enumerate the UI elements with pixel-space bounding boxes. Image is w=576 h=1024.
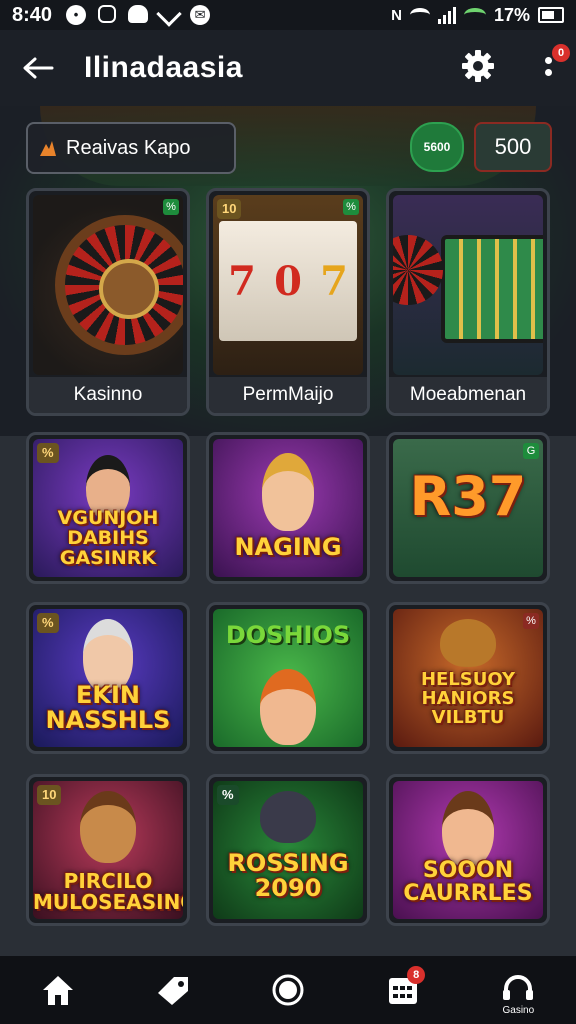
calendar-badge: 8 [407,966,426,984]
game-tile-naging[interactable]: NAGING [206,432,370,584]
character-face [260,791,316,843]
messenger-icon: • [66,5,87,25]
game-caption: PermMaijo [209,377,367,413]
wifi-calling-icon [463,8,486,22]
game-title: SOOON CAURRLES [403,858,533,907]
app-icon [128,5,149,23]
game-tile-moeabmenan[interactable]: Moeabmenan [386,188,550,416]
tag-icon [157,977,188,1005]
back-button[interactable] [12,42,64,94]
promo-banner-button[interactable]: Reaivas Kapo [26,122,236,174]
character-face [262,453,314,531]
status-time: 8:40 [12,3,53,26]
game-badge: 10 [37,785,62,805]
headset-icon [503,975,534,1000]
game-title: VGUNJOH DABIHS GASINRK [57,507,159,569]
notification-icons: • ✉ [66,1,211,27]
nav-calendar[interactable]: 8 [373,960,433,1020]
instagram-icon [98,5,117,23]
battery-percent: 17% [493,4,530,25]
coin-balance-value: 500 [494,134,532,159]
character-face [80,791,136,863]
signal-icon [156,1,182,27]
game-tile-rossing[interactable]: ROSSING 2090 % [206,774,370,926]
game-mark: G [523,443,539,459]
game-mark: % [163,199,179,215]
nav-promotions[interactable] [143,960,203,1020]
game-title: R37 [409,465,527,528]
wifi-icon [409,8,430,22]
game-title: HELSUOY HANIORS VILBTU [420,669,516,728]
game-badge: % [37,443,59,463]
notification-badge: 0 [552,44,570,62]
character-art: NAGING [213,439,363,577]
character-face [260,669,316,745]
game-tile-kasinno[interactable]: % Kasinno [26,188,190,416]
nfc-icon: N [391,6,402,24]
game-title: ROSSING 2090 [227,849,349,903]
roulette-wheel-icon [55,215,183,355]
character-face [440,619,496,667]
game-badge: 10 [217,199,242,219]
mail-icon: ✉ [190,5,211,25]
nav-support-label: Gasino [502,1005,535,1016]
game-tile-doshios[interactable]: DOSHIOS [206,602,370,754]
bottom-nav: 8 Gasino [0,956,576,1024]
character-art: DOSHIOS [213,609,363,747]
more-options-button[interactable]: 0 [536,44,570,88]
more-dot-icon [544,68,552,76]
gear-icon [462,50,494,82]
game-caption: Moeabmenan [389,377,547,413]
game-title: PIRCILO MULOSEASINON [33,869,183,914]
header-actions: 0 [456,44,570,88]
game-tile-pircilo[interactable]: PIRCILO MULOSEASINON 10 [26,774,190,926]
coin-balance-button[interactable]: 500 [474,122,552,172]
game-tile-sooon[interactable]: SOOON CAURRLES [386,774,550,926]
back-arrow-icon [23,57,54,79]
game-tile-permmaijo[interactable]: 707 10 % PermMaijo [206,188,370,416]
game-mark: % [523,613,539,629]
slot-machine-art: 707 [213,195,363,375]
game-title: DOSHIOS [225,621,351,649]
game-badge: % [217,785,239,805]
nav-record[interactable] [258,960,318,1020]
game-title: EKIN NASSHLS [45,681,171,735]
settings-button[interactable] [456,44,500,88]
roulette-art [33,195,183,375]
system-icons: N 17% [391,0,564,30]
game-badge: % [37,613,59,633]
game-tile-r37[interactable]: R37 G [386,432,550,584]
promo-label: Reaivas Kapo [66,136,191,159]
battery-icon [538,7,564,23]
character-art: HELSUOY HANIORS VILBTU [393,609,543,747]
app-header: Ilinadaasia 0 [0,30,576,106]
game-tile-haniors[interactable]: HELSUOY HANIORS VILBTU % [386,602,550,754]
flame-icon [40,141,56,156]
page-title: Ilinadaasia [84,51,243,84]
more-dot-icon [544,56,552,64]
cell-signal-icon [437,6,456,24]
nav-support[interactable]: Gasino [488,960,548,1020]
nav-home[interactable] [28,960,88,1020]
game-tile-dabihs[interactable]: VGUNJOH DABIHS GASINRK % [26,432,190,584]
chip-balance-value: 5600 [423,140,451,154]
logo-art: R37 [393,439,543,577]
character-face [442,791,494,867]
game-caption: Kasinno [29,377,187,413]
chip-balance-button[interactable]: 5600 [410,122,464,172]
character-art: SOOON CAURRLES [393,781,543,919]
circle-icon [272,974,304,1006]
slot-machines-art [393,195,543,375]
game-title: NAGING [234,533,342,561]
game-mark: % [343,199,359,215]
home-icon [42,976,73,1005]
status-bar: 8:40 • ✉ N 17% [0,0,576,30]
game-tile-nasshls[interactable]: EKIN NASSHLS % [26,602,190,754]
